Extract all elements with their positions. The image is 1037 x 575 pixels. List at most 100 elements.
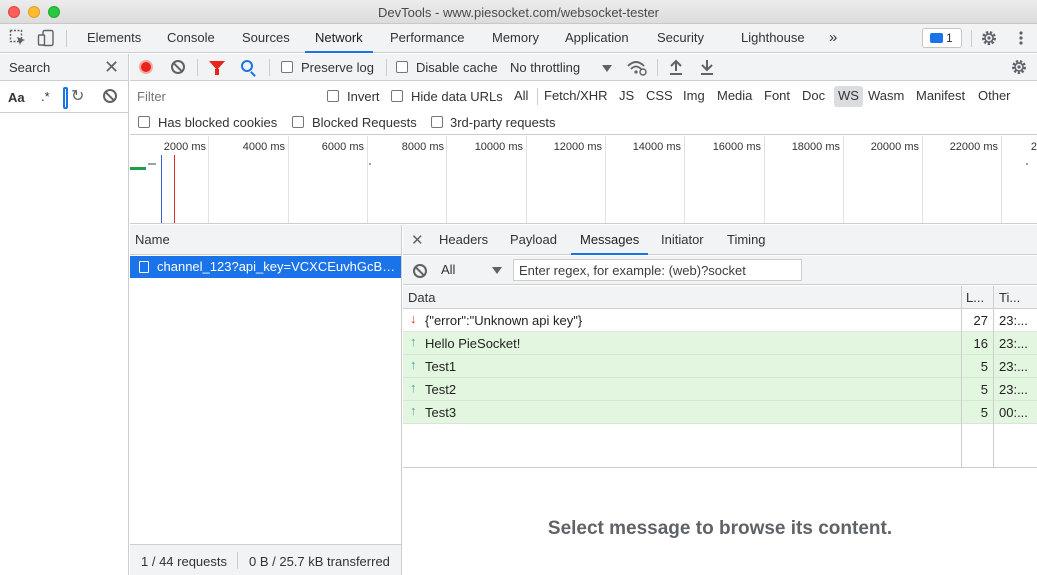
message-row[interactable]: ↑ Test3 5 00:... [403,401,1037,424]
tab-sources[interactable]: Sources [232,24,300,53]
clear-search-icon[interactable] [103,89,117,103]
tab-security[interactable]: Security [647,24,714,53]
export-har-icon[interactable] [699,58,715,79]
search-icon[interactable] [241,60,253,72]
invert-checkbox[interactable] [327,90,339,102]
third-party-requests-checkbox[interactable] [431,116,443,128]
filter-type-media[interactable]: Media [713,86,756,107]
chevron-down-icon[interactable] [492,267,502,274]
hide-data-urls-label: Hide data URLs [411,89,503,104]
network-status-bar: 1 / 44 requests 0 B / 25.7 kB transferre… [130,544,401,575]
tab-lighthouse[interactable]: Lighthouse [731,24,815,53]
filter-type-doc[interactable]: Doc [798,86,829,107]
filter-type-fetch-xhr[interactable]: Fetch/XHR [540,86,612,107]
close-details-icon[interactable]: ✕ [411,231,424,249]
tab-initiator[interactable]: Initiator [652,225,713,255]
data-column-header[interactable]: Data [408,290,435,305]
third-party-requests-label: 3rd-party requests [450,115,556,130]
settings-gear-icon[interactable] [980,29,1000,47]
chevron-down-icon[interactable] [602,65,612,72]
disable-cache-checkbox[interactable] [396,61,408,73]
message-row[interactable]: ↑ Test2 5 23:... [403,378,1037,401]
grid-line [288,136,289,223]
preserve-log-checkbox[interactable] [281,61,293,73]
record-button[interactable] [139,60,153,74]
name-column-header[interactable]: Name [130,225,401,255]
message-time: 23:... [999,359,1028,374]
message-row[interactable]: ↓ {"error":"Unknown api key"} 27 23:... [403,309,1037,332]
length-column-header[interactable]: L... [966,290,984,305]
tab-payload[interactable]: Payload [501,225,566,255]
toolbar-divider [66,30,67,47]
filter-type-all[interactable]: All [510,86,532,107]
arrow-up-icon: ↑ [410,403,417,418]
inspect-element-icon[interactable] [9,29,29,47]
filter-type-ws[interactable]: WS [834,86,863,107]
tab-elements[interactable]: Elements [77,24,151,53]
network-conditions-icon[interactable] [626,58,648,79]
filter-type-js[interactable]: JS [615,86,638,107]
search-input[interactable] [63,87,68,109]
toolbar-divider [386,59,387,76]
tab-messages[interactable]: Messages [571,225,649,255]
status-divider [237,552,238,569]
message-type-select[interactable]: All [441,262,455,277]
tab-memory[interactable]: Memory [482,24,549,53]
tab-console[interactable]: Console [157,24,225,53]
column-divider[interactable] [993,286,994,467]
clear-messages-icon[interactable] [413,264,427,278]
tab-headers[interactable]: Headers [430,225,497,255]
message-length: 5 [980,405,988,420]
match-case-toggle[interactable]: Aa [8,90,25,105]
search-panel-title: Search [9,60,51,75]
tab-performance[interactable]: Performance [380,24,474,53]
has-blocked-cookies-checkbox[interactable] [138,116,150,128]
column-divider[interactable] [961,286,962,467]
message-row[interactable]: ↑ Hello PieSocket! 16 23:... [403,332,1037,355]
timeline-overview[interactable]: 2000 ms 4000 ms 6000 ms 8000 ms 10000 ms… [130,136,1037,224]
timeline-tick: 14000 ms [632,141,681,153]
throttling-select[interactable]: No throttling [510,60,580,75]
request-row-selected[interactable]: channel_123?api_key=VCXCEuvhGcBDP7XhiJJU… [130,256,401,278]
filter-input[interactable] [132,86,314,107]
tab-timing[interactable]: Timing [718,225,775,255]
clear-log-icon[interactable] [171,60,185,74]
import-har-icon[interactable] [668,58,684,79]
message-length: 5 [980,359,988,374]
details-tabbar: ✕ Headers Payload Messages Initiator Tim… [403,225,1037,255]
filter-bar: Invert Hide data URLs All Fetch/XHR JS C… [130,82,1037,135]
tab-application[interactable]: Application [555,24,639,53]
tab-network[interactable]: Network [305,24,373,53]
filter-icon[interactable] [209,61,225,75]
hide-data-urls-checkbox[interactable] [391,90,403,102]
timeline-tick: 12000 ms [553,141,602,153]
timeline-tick: 18000 ms [791,141,840,153]
issues-badge[interactable]: 1 [922,28,962,48]
close-search-icon[interactable]: ✕ [104,57,119,78]
toolbar-divider [537,88,538,105]
regex-toggle[interactable]: .* [41,89,50,104]
device-toolbar-icon[interactable] [37,29,57,47]
filter-type-manifest[interactable]: Manifest [912,86,969,107]
filter-type-css[interactable]: CSS [642,86,677,107]
blocked-requests-checkbox[interactable] [292,116,304,128]
timeline-bar [1026,163,1028,165]
refresh-icon[interactable]: ↻ [71,86,84,106]
more-tabs-button[interactable]: » [819,24,847,53]
load-event-line [174,155,175,223]
message-data: Test2 [425,382,457,397]
message-time: 00:... [999,405,1028,420]
network-settings-gear-icon[interactable] [1010,58,1028,79]
filter-type-font[interactable]: Font [760,86,794,107]
filter-type-wasm[interactable]: Wasm [864,86,908,107]
message-regex-input[interactable] [513,259,802,281]
disable-cache-label: Disable cache [416,60,498,75]
message-row[interactable]: ↑ Test1 5 23:... [403,355,1037,378]
timeline-tick: 8000 ms [401,141,444,153]
filter-type-other[interactable]: Other [974,86,1015,107]
time-column-header[interactable]: Ti... [999,290,1020,305]
filter-type-img[interactable]: Img [679,86,709,107]
kebab-menu-icon[interactable] [1012,29,1032,47]
arrow-down-icon: ↓ [410,311,417,326]
dom-content-loaded-line [161,155,162,223]
